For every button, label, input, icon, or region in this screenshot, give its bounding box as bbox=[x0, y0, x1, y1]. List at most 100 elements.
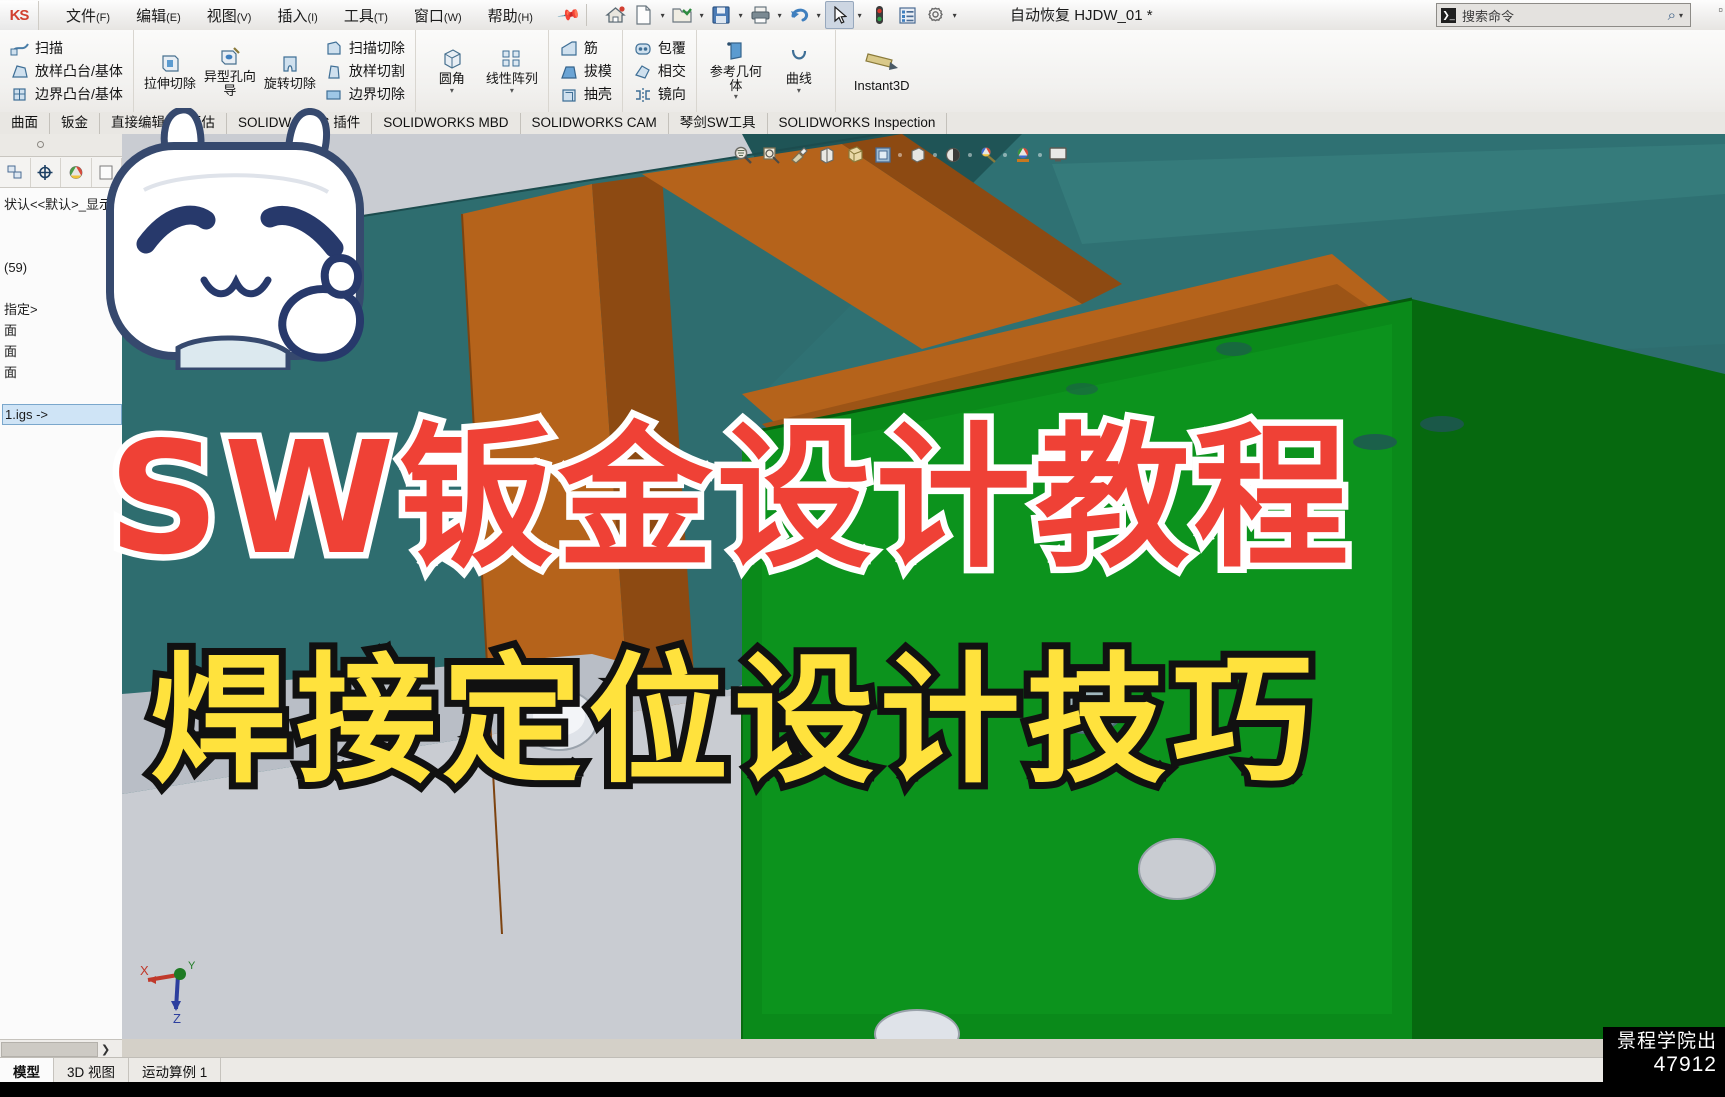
tab-model[interactable]: 模型 bbox=[0, 1057, 54, 1084]
display-manager-icon[interactable] bbox=[61, 157, 92, 187]
ribbon-button-swept-cut[interactable]: 扫描切除 bbox=[320, 37, 409, 59]
ribbon-label: 镜向 bbox=[657, 86, 686, 102]
ribbon-button-boundary-cut[interactable]: 边界切除 bbox=[320, 83, 409, 105]
zoom-to-fit-icon[interactable] bbox=[730, 143, 755, 167]
tab-motion-study[interactable]: 运动算例 1 bbox=[129, 1057, 222, 1084]
edit-appearance-icon[interactable] bbox=[940, 143, 965, 167]
chevron-down-icon[interactable]: ▾ bbox=[950, 11, 960, 20]
chevron-down-icon[interactable]: ▾ bbox=[510, 86, 514, 95]
scroll-right-icon[interactable]: ❯ bbox=[101, 1043, 110, 1056]
select-arrow-icon[interactable] bbox=[824, 1, 854, 29]
ribbon-group-features-left: 扫描 放样凸台/基体 边界凸台/基体 bbox=[0, 30, 134, 112]
linear-pattern-icon bbox=[499, 47, 525, 71]
chevron-down-icon[interactable]: ▾ bbox=[734, 93, 738, 102]
view-orientation-icon[interactable] bbox=[842, 143, 867, 167]
horizontal-scrollbar[interactable]: ❯ bbox=[0, 1039, 122, 1058]
chevron-down-icon[interactable]: ▾ bbox=[1676, 11, 1686, 20]
search-icon[interactable]: ⌕ bbox=[1668, 7, 1676, 24]
ribbon-button-rib[interactable]: 筋 bbox=[555, 37, 616, 59]
tab-surface[interactable]: 曲面 bbox=[0, 113, 50, 134]
scrollbar-thumb[interactable] bbox=[1, 1041, 98, 1057]
ribbon-button-shell[interactable]: 抽壳 bbox=[555, 83, 616, 105]
ribbon-button-sweep[interactable]: 扫描 bbox=[6, 37, 127, 59]
chevron-down-icon[interactable]: ▾ bbox=[775, 11, 785, 20]
ribbon-button-reference-geometry[interactable]: 参考几何体 ▾ bbox=[703, 38, 769, 104]
ribbon-label: 扫描切除 bbox=[348, 40, 405, 56]
tab-solidworks-mbd[interactable]: SOLIDWORKS MBD bbox=[372, 113, 521, 134]
menu-item-tools[interactable]: 工具(T) bbox=[331, 2, 401, 29]
chevron-down-icon[interactable]: ▾ bbox=[736, 11, 746, 20]
ribbon-button-intersect[interactable]: 相交 bbox=[629, 60, 690, 82]
menu-item-help[interactable]: 帮助(H) bbox=[475, 2, 546, 29]
options-list-icon[interactable] bbox=[894, 2, 921, 28]
hide-show-items-icon[interactable] bbox=[905, 143, 930, 167]
sweep-icon bbox=[10, 39, 30, 58]
ribbon-button-draft[interactable]: 拔模 bbox=[555, 60, 616, 82]
undo-icon[interactable] bbox=[786, 2, 813, 28]
tab-3d-views[interactable]: 3D 视图 bbox=[54, 1057, 130, 1084]
chevron-down-icon[interactable]: ▾ bbox=[658, 11, 668, 20]
svg-text:Y: Y bbox=[188, 960, 196, 972]
menu-mnemonic: (H) bbox=[517, 11, 533, 24]
display-style-icon[interactable] bbox=[870, 143, 895, 167]
ribbon-button-lofted-cut[interactable]: 放样切割 bbox=[320, 60, 409, 82]
ribbon-button-curves[interactable]: 曲线 ▾ bbox=[769, 45, 829, 97]
viewport-layout-icon[interactable] bbox=[1045, 143, 1070, 167]
chevron-down-icon[interactable]: ▾ bbox=[814, 11, 824, 20]
print-icon[interactable] bbox=[747, 2, 774, 28]
pin-icon[interactable]: 📌 bbox=[556, 2, 582, 28]
settings-gear-icon[interactable] bbox=[922, 2, 949, 28]
tree-item-selected[interactable]: 1.igs -> bbox=[2, 404, 122, 425]
ribbon-group-instant3d: Instant3D bbox=[836, 30, 918, 112]
chevron-down-icon[interactable]: ▾ bbox=[797, 86, 801, 95]
ribbon-button-boundary-boss[interactable]: 边界凸台/基体 bbox=[6, 83, 127, 105]
chevron-down-icon[interactable]: ▾ bbox=[697, 11, 707, 20]
toolbar-dot bbox=[968, 153, 972, 157]
chevron-down-icon[interactable]: ▾ bbox=[855, 11, 865, 20]
new-document-icon[interactable] bbox=[630, 2, 657, 28]
autorecover-label: 自动恢复 bbox=[1010, 7, 1071, 24]
menu-item-file[interactable]: 文件(F) bbox=[53, 2, 123, 29]
chevron-down-icon[interactable]: ▾ bbox=[450, 86, 454, 95]
fillet-icon bbox=[439, 47, 465, 71]
ribbon-button-extruded-cut[interactable]: 拉伸切除 bbox=[140, 50, 200, 93]
view-settings-icon[interactable] bbox=[1010, 143, 1035, 167]
bottom-black-bar bbox=[0, 1082, 1725, 1097]
apply-scene-icon[interactable] bbox=[975, 143, 1000, 167]
ribbon-button-lofted-boss[interactable]: 放样凸台/基体 bbox=[6, 60, 127, 82]
save-icon[interactable] bbox=[708, 2, 735, 28]
tab-qinjian-sw-tools[interactable]: 琴剑SW工具 bbox=[669, 113, 768, 134]
ribbon-button-instant3d[interactable]: Instant3D bbox=[852, 47, 912, 94]
tab-solidworks-cam[interactable]: SOLIDWORKS CAM bbox=[521, 113, 669, 134]
search-input[interactable]: ❯_ 搜索命令 ⌕ ▾ bbox=[1436, 3, 1691, 27]
menu-item-insert[interactable]: 插入(I) bbox=[264, 2, 330, 29]
ribbon-label: 放样凸台/基体 bbox=[35, 63, 123, 79]
coordinate-triad: X Z Y bbox=[132, 953, 204, 1026]
rib-icon bbox=[559, 39, 579, 58]
ribbon-group-fillet-pattern: 圆角 ▾ 线性阵列 ▾ bbox=[416, 30, 549, 112]
menu-item-edit[interactable]: 编辑(E) bbox=[123, 2, 194, 29]
svg-text:Z: Z bbox=[173, 1011, 181, 1025]
home-icon[interactable] bbox=[602, 2, 629, 28]
section-view-icon[interactable] bbox=[814, 143, 839, 167]
open-folder-icon[interactable] bbox=[669, 2, 696, 28]
zoom-to-area-icon[interactable] bbox=[758, 143, 783, 167]
ribbon-label: 拉伸切除 bbox=[143, 75, 196, 91]
ribbon-button-revolved-cut[interactable]: 旋转切除 bbox=[260, 50, 320, 93]
menu-item-window[interactable]: 窗口(W) bbox=[401, 2, 475, 29]
rebuild-icon[interactable] bbox=[866, 2, 893, 28]
menu-item-view[interactable]: 视图(V) bbox=[194, 2, 265, 29]
ribbon-button-mirror[interactable]: 镜向 bbox=[629, 83, 690, 105]
ribbon-button-hole-wizard[interactable]: 异型孔向导 bbox=[200, 43, 260, 99]
ribbon-button-linear-pattern[interactable]: 线性阵列 ▾ bbox=[482, 45, 542, 97]
ribbon-button-fillet[interactable]: 圆角 ▾ bbox=[422, 45, 482, 97]
instant3d-icon bbox=[862, 49, 902, 78]
tab-solidworks-inspection[interactable]: SOLIDWORKS Inspection bbox=[768, 113, 948, 134]
app-logo[interactable]: KS bbox=[0, 0, 39, 30]
window-controls[interactable]: ▫ bbox=[1718, 2, 1723, 17]
configuration-icon[interactable] bbox=[31, 157, 61, 187]
previous-view-icon[interactable] bbox=[786, 143, 811, 167]
mirror-icon bbox=[633, 85, 653, 104]
ribbon-button-wrap[interactable]: 包覆 bbox=[629, 37, 690, 59]
feature-tree-icon[interactable] bbox=[0, 157, 31, 187]
